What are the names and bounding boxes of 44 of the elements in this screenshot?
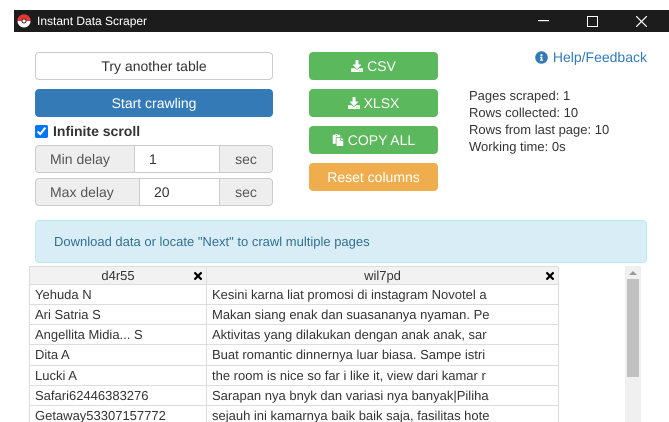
stat-text: Working time: 0s [469,138,567,155]
start-crawling-button[interactable]: Start crawling [35,89,273,117]
help-feedback-link[interactable]: Help/Feedback [534,47,647,68]
table-cell: Sarapan nya bnyk dan variasi nya banyak|Piliha [206,385,558,406]
table-cell: Aktivitas yang dilakukan dengan anak anak, sar [206,324,558,345]
delay-label: Min delay [35,145,135,173]
csv-button[interactable]: CSV [309,52,438,80]
info-icon [534,51,548,64]
delay-input[interactable]: 20 [140,178,219,206]
table-cell: Angellita Midia... S [30,324,206,345]
window-title: Instant Data Scraper [37,13,148,30]
app-logo-icon [17,14,31,28]
column-header: wil7pd [364,268,401,282]
table-cell: the room is nice so far i like it, view dari kamar r [206,365,558,386]
table-cell: Makan siang enak dan suasananya nyaman. Pe [206,304,558,325]
download-icon [351,60,364,72]
stat-text: Rows from last page: 10 [469,121,610,138]
xlsx-button[interactable]: XLSX [309,89,438,117]
column-header: d4r55 [101,268,135,282]
stat-text: Rows collected: 10 [469,104,580,121]
stat-text: Pages scraped: 1 [469,87,572,104]
table-cell: Lucki A [30,365,206,386]
unit-label: sec [219,145,273,173]
maximize-icon[interactable] [587,16,598,26]
minimize-icon[interactable] [538,20,549,22]
scrollbar[interactable] [625,266,641,422]
remove-column-icon[interactable] [544,270,556,282]
infinite-scroll-label: Infinite scroll [53,122,140,141]
table-cell: Yehuda N [30,284,206,305]
table-cell: Ari Satria S [30,304,206,325]
try-another-table-button[interactable]: Try another table [35,52,273,80]
close-icon[interactable] [636,16,647,26]
unit-label: sec [219,178,273,206]
info-banner: Download data or locate "Next" to crawl multiple pages [35,220,647,263]
delay-label: Max delay [35,178,140,206]
table-cell: Kesini karna liat promosi di instagram Novotel a [206,284,558,305]
clipboard-icon [332,134,344,146]
copy-all-button[interactable]: COPY ALL [309,126,438,154]
table-cell: Dita A [30,344,206,366]
table-cell: Safari62446383276 [30,385,206,406]
remove-column-icon[interactable] [192,270,204,282]
download-icon [348,97,360,109]
infinite-scroll-checkbox[interactable] [35,125,48,138]
table-cell: Buat romantic dinnernya luar biasa. Sampe istri [206,344,558,366]
